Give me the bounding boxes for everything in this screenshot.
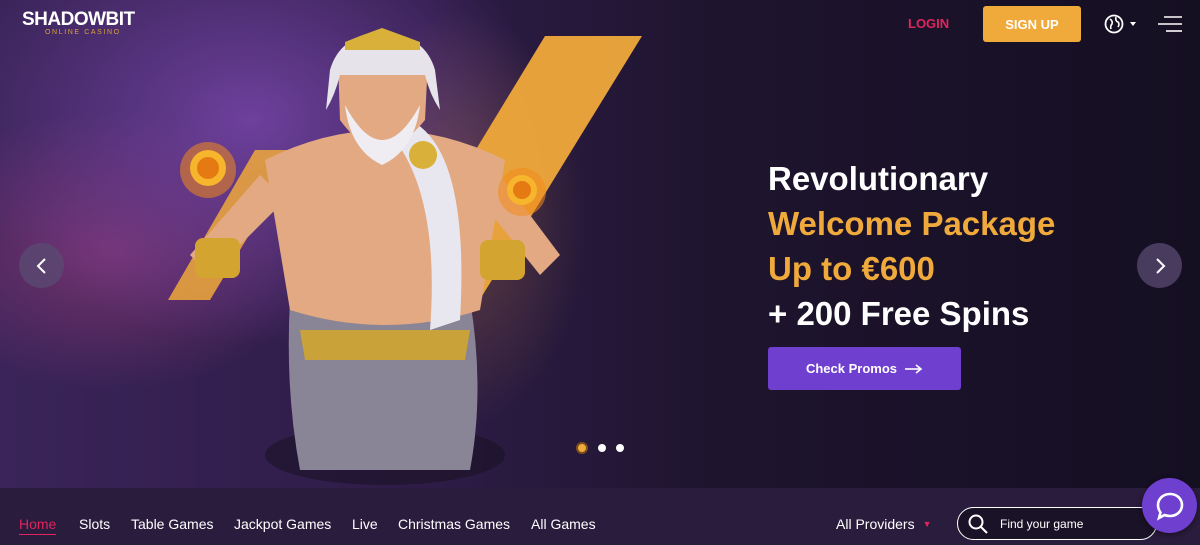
hero-headline-line1: Revolutionary [768,160,989,197]
login-button[interactable]: LOGIN [908,16,949,31]
carousel-dots [576,442,624,454]
search-input[interactable] [1000,516,1130,531]
chevron-left-icon [36,257,46,274]
providers-dropdown[interactable]: All Providers ▼ [836,516,932,532]
category-nav: Home Slots Table Games Jackpot Games Liv… [0,488,1200,545]
hamburger-menu-button[interactable] [1158,14,1182,34]
nav-item-jackpot-games[interactable]: Jackpot Games [234,516,331,532]
nav-item-christmas-games[interactable]: Christmas Games [398,516,510,532]
language-selector[interactable] [1104,14,1138,34]
hero-banner: SHADOWBIT ONLINE CASINO LOGIN SIGN UP Re… [0,0,1200,488]
carousel-dot-2[interactable] [598,444,606,452]
nav-item-all-games[interactable]: All Games [531,516,596,532]
hero-headline-line3: Up to €600 [768,250,935,287]
check-promos-label: Check Promos [805,361,898,376]
hero-headline-line2: Welcome Package [768,205,1056,242]
chevron-down-icon: ▼ [922,519,932,529]
carousel-dot-1[interactable] [576,442,588,454]
nav-item-home[interactable]: Home [19,516,57,535]
search-icon [968,514,988,534]
coin-right [498,168,546,216]
carousel-dot-3[interactable] [616,444,624,452]
providers-label: All Providers [836,516,915,532]
globe-icon [1104,14,1136,34]
carousel-next-button[interactable] [1137,243,1182,288]
god-character [190,28,560,485]
check-promos-button[interactable]: Check Promos [768,347,961,390]
carousel-prev-button[interactable] [19,243,64,288]
hamburger-menu-icon [1158,16,1182,32]
site-logo[interactable]: SHADOWBIT ONLINE CASINO [22,9,135,37]
caret-down-icon [1130,22,1136,26]
coin-left [180,142,236,198]
arrow-right-icon [905,363,923,374]
hero-illustration [168,28,642,485]
hero-headline-line4: + 200 Free Spins [768,295,1030,332]
logo-text: SHADOWBIT [22,9,135,30]
nav-item-live[interactable]: Live [352,516,378,532]
signup-button[interactable]: SIGN UP [983,6,1081,42]
chevron-right-icon [1155,257,1165,274]
logo-subtitle: ONLINE CASINO [45,29,121,36]
chat-bubble-icon [1156,492,1183,521]
game-search[interactable] [957,507,1157,540]
live-chat-button[interactable] [1142,478,1197,533]
nav-item-slots[interactable]: Slots [79,516,110,532]
nav-item-table-games[interactable]: Table Games [131,516,213,532]
